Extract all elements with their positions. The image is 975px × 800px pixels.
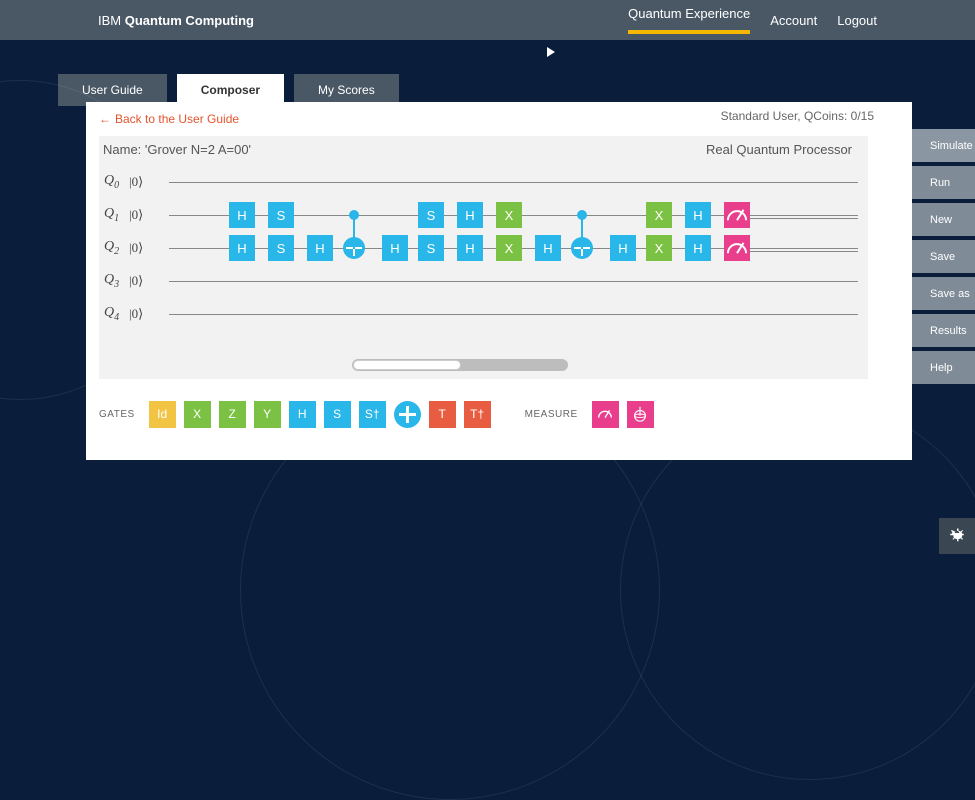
cnot-connector — [353, 214, 355, 249]
measure-icon — [724, 202, 750, 228]
qubit-row-0: Q0 |0⟩ — [99, 166, 868, 199]
back-to-guide-link[interactable]: ← Back to the User Guide — [99, 112, 239, 126]
brand: IBM Quantum Computing — [98, 13, 254, 28]
gate-h[interactable]: H — [685, 202, 711, 228]
qubit-label: Q0 — [104, 173, 119, 191]
gate-s[interactable]: S — [418, 202, 444, 228]
gate-h[interactable]: H — [457, 235, 483, 261]
gate-h[interactable]: H — [229, 235, 255, 261]
gate-s[interactable]: S — [418, 235, 444, 261]
gate-h[interactable]: H — [685, 235, 711, 261]
wire-line — [169, 314, 858, 315]
gate-h[interactable]: H — [535, 235, 561, 261]
processor-label: Real Quantum Processor — [706, 142, 852, 157]
gate-x[interactable]: X — [496, 235, 522, 261]
ket-label: |0⟩ — [129, 273, 143, 289]
help-button[interactable]: Help — [912, 351, 975, 384]
gate-h[interactable]: H — [610, 235, 636, 261]
arrow-right-icon — [547, 47, 557, 57]
back-link-label: Back to the User Guide — [115, 112, 239, 126]
measure-icon — [724, 235, 750, 261]
gates-section-label: GATES — [99, 409, 135, 420]
scroll-thumb[interactable] — [353, 360, 461, 370]
palette-gate-x[interactable]: X — [184, 401, 211, 428]
gate-x[interactable]: X — [646, 202, 672, 228]
circuit-name: Name: 'Grover N=2 A=00' — [103, 142, 251, 157]
palette-gate-t[interactable]: T — [429, 401, 456, 428]
measure-icon — [596, 405, 614, 423]
palette-gate-z[interactable]: Z — [219, 401, 246, 428]
action-buttons: Simulate Run New Save Save as Results He… — [912, 129, 975, 388]
workspace: ← Back to the User Guide Standard User, … — [86, 102, 912, 460]
gate-h[interactable]: H — [229, 202, 255, 228]
simulate-button[interactable]: Simulate — [912, 129, 975, 162]
gate-palette: GATES Id X Z Y H S S† T T† MEASURE — [99, 392, 868, 436]
qubit-label: Q3 — [104, 272, 119, 290]
qubit-label: Q4 — [104, 305, 119, 323]
circuit-canvas[interactable]: Name: 'Grover N=2 A=00' Real Quantum Pro… — [99, 136, 868, 379]
save-as-button[interactable]: Save as — [912, 277, 975, 310]
palette-gate-tdag[interactable]: T† — [464, 401, 491, 428]
ket-label: |0⟩ — [129, 306, 143, 322]
palette-measure-z[interactable] — [592, 401, 619, 428]
nav-account[interactable]: Account — [770, 13, 817, 28]
palette-gate-y[interactable]: Y — [254, 401, 281, 428]
bug-report-button[interactable] — [939, 518, 975, 554]
gate-h[interactable]: H — [382, 235, 408, 261]
gate-h[interactable]: H — [457, 202, 483, 228]
classical-wire — [750, 215, 858, 216]
palette-gate-id[interactable]: Id — [149, 401, 176, 428]
cnot-connector — [581, 214, 583, 249]
wire-line — [169, 182, 858, 183]
nav-logout[interactable]: Logout — [837, 13, 877, 28]
gate-measure[interactable] — [724, 202, 750, 228]
palette-gate-h[interactable]: H — [289, 401, 316, 428]
qubit-row-3: Q3 |0⟩ — [99, 265, 868, 298]
qubit-label: Q2 — [104, 239, 119, 257]
palette-measure-bloch[interactable] — [627, 401, 654, 428]
horizontal-scrollbar[interactable] — [352, 359, 568, 371]
run-button[interactable]: Run — [912, 166, 975, 199]
nav-quantum-experience[interactable]: Quantum Experience — [628, 6, 750, 34]
bug-icon — [948, 527, 966, 545]
brand-light: IBM — [98, 13, 125, 28]
brand-bold: Quantum Computing — [125, 13, 254, 28]
wire-line — [169, 281, 858, 282]
qubit-row-2: Q2 |0⟩ H S H H S H X H H X H — [99, 232, 868, 265]
qubit-label: Q1 — [104, 206, 119, 224]
user-info: Standard User, QCoins: 0/15 — [721, 109, 874, 123]
ket-label: |0⟩ — [129, 207, 143, 223]
qubit-row-4: Q4 |0⟩ — [99, 298, 868, 331]
results-button[interactable]: Results — [912, 314, 975, 347]
nav-links: Quantum Experience Account Logout — [628, 6, 877, 34]
palette-gate-sdag[interactable]: S† — [359, 401, 386, 428]
gate-x[interactable]: X — [646, 235, 672, 261]
ket-label: |0⟩ — [129, 240, 143, 256]
gate-s[interactable]: S — [268, 235, 294, 261]
wires: Q0 |0⟩ Q1 |0⟩ H S S H X X H — [99, 166, 868, 331]
new-button[interactable]: New — [912, 203, 975, 236]
gate-x[interactable]: X — [496, 202, 522, 228]
qubit-row-1: Q1 |0⟩ H S S H X X H — [99, 199, 868, 232]
ket-label: |0⟩ — [129, 174, 143, 190]
save-button[interactable]: Save — [912, 240, 975, 273]
classical-wire — [750, 248, 858, 249]
gate-measure[interactable] — [724, 235, 750, 261]
measure-section-label: MEASURE — [525, 409, 578, 420]
top-header: IBM Quantum Computing Quantum Experience… — [0, 0, 975, 40]
gate-s[interactable]: S — [268, 202, 294, 228]
palette-gate-s[interactable]: S — [324, 401, 351, 428]
palette-gate-cnot[interactable] — [394, 401, 421, 428]
bloch-icon — [631, 405, 649, 423]
gate-h[interactable]: H — [307, 235, 333, 261]
arrow-left-icon: ← — [99, 112, 111, 126]
